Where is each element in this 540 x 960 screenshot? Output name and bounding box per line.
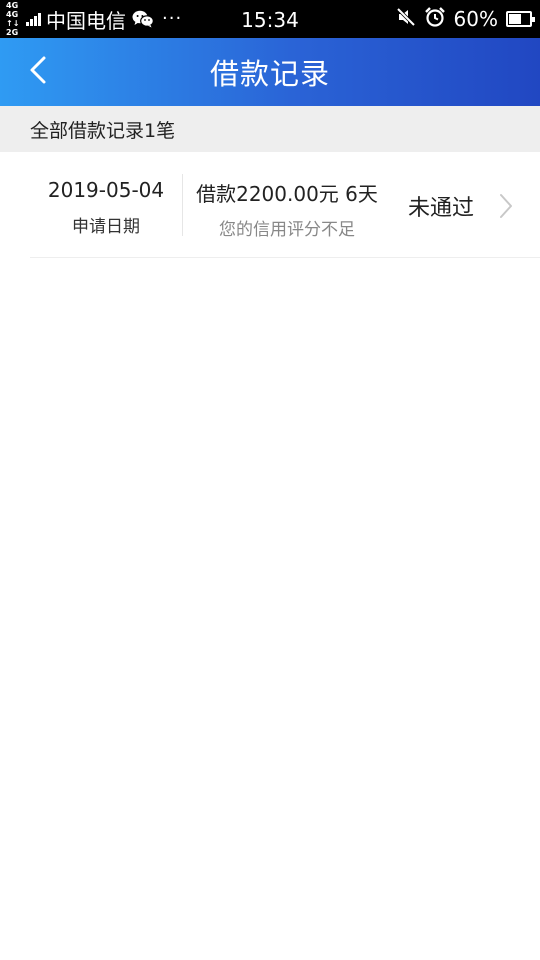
- mute-icon: [396, 7, 416, 31]
- records-summary-text: 全部借款记录1笔: [30, 119, 176, 142]
- carrier-name: 中国电信: [46, 8, 126, 33]
- alarm-icon: [424, 6, 446, 32]
- rejection-reason: 您的信用评分不足: [219, 220, 355, 240]
- battery-icon: [506, 11, 535, 27]
- status-bar: 4G 4G ↑↓ 2G 中国电信 ··· 15:34 60%: [0, 0, 540, 38]
- app-header: 借款记录: [0, 38, 540, 106]
- status-left: 4G 4G ↑↓ 2G 中国电信 ···: [0, 0, 182, 38]
- chevron-right-icon: [498, 192, 514, 224]
- row-divider: [30, 257, 540, 258]
- loan-record-row[interactable]: 2019-05-04 申请日期 借款2200.00元 6天 您的信用评分不足 未…: [0, 152, 540, 258]
- battery-percent: 60%: [453, 7, 498, 31]
- loan-description: 借款2200.00元 6天: [196, 182, 378, 206]
- chevron-left-icon: [27, 55, 49, 89]
- screen: 4G 4G ↑↓ 2G 中国电信 ··· 15:34 60% 借款记录 全部借款…: [0, 0, 540, 960]
- battery-level-fill: [509, 14, 521, 24]
- record-info-column: 借款2200.00元 6天 您的信用评分不足: [183, 170, 391, 240]
- more-notifications-icon: ···: [162, 8, 183, 29]
- back-button[interactable]: [18, 52, 58, 92]
- record-status: 未通过: [408, 196, 475, 221]
- wechat-icon: [132, 10, 154, 28]
- network-type-indicator: 4G 4G ↑↓ 2G: [6, 1, 26, 37]
- record-date: 2019-05-04: [47, 178, 165, 202]
- record-date-column: 2019-05-04 申请日期: [30, 170, 182, 238]
- page-title: 借款记录: [209, 57, 330, 91]
- record-date-label: 申请日期: [72, 217, 140, 237]
- signal-icon: [26, 12, 41, 26]
- network-bottom: ↑↓ 2G: [6, 19, 20, 37]
- network-top: 4G 4G: [6, 1, 19, 19]
- status-right: 60%: [396, 0, 535, 38]
- records-summary: 全部借款记录1笔: [0, 106, 540, 152]
